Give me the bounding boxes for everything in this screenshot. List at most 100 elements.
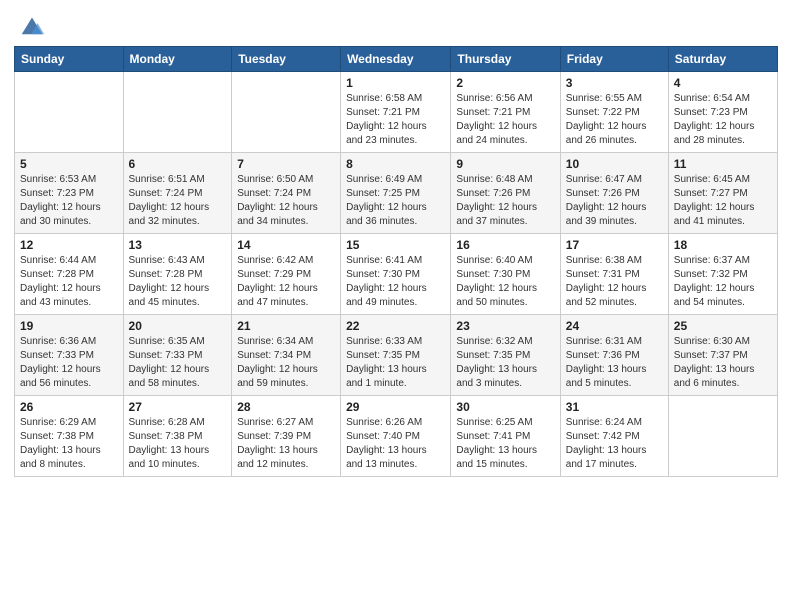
logo-icon (18, 10, 46, 38)
weekday-header-thursday: Thursday (451, 47, 560, 72)
calendar-cell: 26 Sunrise: 6:29 AM Sunset: 7:38 PM Dayli… (15, 396, 124, 477)
day-number: 26 (20, 400, 118, 414)
calendar-cell: 21 Sunrise: 6:34 AM Sunset: 7:34 PM Dayli… (232, 315, 341, 396)
calendar-cell: 3Sunrise: 6:55 AM Sunset: 7:22 PM Daylig… (560, 72, 668, 153)
day-info: Sunrise: 6:47 AM Sunset: 7:26 PM Dayligh… (566, 173, 663, 229)
day-number: 13 (129, 238, 227, 252)
calendar-cell: 17 Sunrise: 6:38 AM Sunset: 7:31 PM Dayli… (560, 234, 668, 315)
day-info: Sunrise: 6:40 AM Sunset: 7:30 PM Dayligh… (456, 254, 554, 310)
calendar-cell: 11Sunrise: 6:45 AM Sunset: 7:27 PM Dayli… (668, 153, 777, 234)
calendar-week-row: 12Sunrise: 6:44 AM Sunset: 7:28 PM Dayli… (15, 234, 778, 315)
day-info: Sunrise: 6:48 AM Sunset: 7:26 PM Dayligh… (456, 173, 554, 229)
day-info: Sunrise: 6:36 AM Sunset: 7:33 PM Dayligh… (20, 335, 118, 391)
day-number: 30 (456, 400, 554, 414)
day-info: Sunrise: 6:58 AM Sunset: 7:21 PM Dayligh… (346, 92, 445, 148)
day-number: 8 (346, 157, 445, 171)
day-number: 10 (566, 157, 663, 171)
day-info: Sunrise: 6:33 AM Sunset: 7:35 PM Dayligh… (346, 335, 445, 391)
day-info: Sunrise: 6:27 AM Sunset: 7:39 PM Dayligh… (237, 416, 335, 472)
day-info: Sunrise: 6:35 AM Sunset: 7:33 PM Dayligh… (129, 335, 227, 391)
day-number: 31 (566, 400, 663, 414)
calendar-cell: 12Sunrise: 6:44 AM Sunset: 7:28 PM Dayli… (15, 234, 124, 315)
day-number: 5 (20, 157, 118, 171)
calendar-cell: 7 Sunrise: 6:50 AM Sunset: 7:24 PM Daylig… (232, 153, 341, 234)
day-info: Sunrise: 6:32 AM Sunset: 7:35 PM Dayligh… (456, 335, 554, 391)
day-number: 15 (346, 238, 445, 252)
day-number: 6 (129, 157, 227, 171)
day-info: Sunrise: 6:43 AM Sunset: 7:28 PM Dayligh… (129, 254, 227, 310)
day-info: Sunrise: 6:24 AM Sunset: 7:42 PM Dayligh… (566, 416, 663, 472)
calendar-cell: 19 Sunrise: 6:36 AM Sunset: 7:33 PM Dayli… (15, 315, 124, 396)
day-info: Sunrise: 6:51 AM Sunset: 7:24 PM Dayligh… (129, 173, 227, 229)
day-number: 16 (456, 238, 554, 252)
calendar-cell: 14Sunrise: 6:42 AM Sunset: 7:29 PM Dayli… (232, 234, 341, 315)
day-number: 11 (674, 157, 772, 171)
day-number: 22 (346, 319, 445, 333)
day-info: Sunrise: 6:38 AM Sunset: 7:31 PM Dayligh… (566, 254, 663, 310)
calendar-week-row: 19 Sunrise: 6:36 AM Sunset: 7:33 PM Dayli… (15, 315, 778, 396)
logo (14, 10, 46, 38)
calendar-cell: 31 Sunrise: 6:24 AM Sunset: 7:42 PM Dayli… (560, 396, 668, 477)
day-info: Sunrise: 6:42 AM Sunset: 7:29 PM Dayligh… (237, 254, 335, 310)
day-number: 27 (129, 400, 227, 414)
weekday-header-saturday: Saturday (668, 47, 777, 72)
day-info: Sunrise: 6:54 AM Sunset: 7:23 PM Dayligh… (674, 92, 772, 148)
calendar-cell: 9 Sunrise: 6:48 AM Sunset: 7:26 PM Daylig… (451, 153, 560, 234)
calendar-cell: 30Sunrise: 6:25 AM Sunset: 7:41 PM Dayli… (451, 396, 560, 477)
calendar-cell: 22 Sunrise: 6:33 AM Sunset: 7:35 PM Dayli… (341, 315, 451, 396)
calendar-cell: 20 Sunrise: 6:35 AM Sunset: 7:33 PM Dayli… (123, 315, 232, 396)
calendar-cell: 2 Sunrise: 6:56 AM Sunset: 7:21 PM Daylig… (451, 72, 560, 153)
calendar-cell (668, 396, 777, 477)
calendar-cell: 8 Sunrise: 6:49 AM Sunset: 7:25 PM Daylig… (341, 153, 451, 234)
calendar-cell: 24 Sunrise: 6:31 AM Sunset: 7:36 PM Dayli… (560, 315, 668, 396)
weekday-header-friday: Friday (560, 47, 668, 72)
day-number: 25 (674, 319, 772, 333)
weekday-header-wednesday: Wednesday (341, 47, 451, 72)
day-info: Sunrise: 6:30 AM Sunset: 7:37 PM Dayligh… (674, 335, 772, 391)
page-header (14, 10, 778, 38)
weekday-header-monday: Monday (123, 47, 232, 72)
calendar-cell: 27 Sunrise: 6:28 AM Sunset: 7:38 PM Dayli… (123, 396, 232, 477)
calendar-week-row: 1 Sunrise: 6:58 AM Sunset: 7:21 PM Daylig… (15, 72, 778, 153)
day-number: 17 (566, 238, 663, 252)
calendar-cell: 29 Sunrise: 6:26 AM Sunset: 7:40 PM Dayli… (341, 396, 451, 477)
calendar-cell: 18Sunrise: 6:37 AM Sunset: 7:32 PM Dayli… (668, 234, 777, 315)
day-number: 24 (566, 319, 663, 333)
calendar-cell: 13 Sunrise: 6:43 AM Sunset: 7:28 PM Dayli… (123, 234, 232, 315)
day-number: 21 (237, 319, 335, 333)
calendar-header-row: SundayMondayTuesdayWednesdayThursdayFrid… (15, 47, 778, 72)
day-info: Sunrise: 6:50 AM Sunset: 7:24 PM Dayligh… (237, 173, 335, 229)
day-number: 7 (237, 157, 335, 171)
day-number: 29 (346, 400, 445, 414)
calendar-table: SundayMondayTuesdayWednesdayThursdayFrid… (14, 46, 778, 477)
day-number: 9 (456, 157, 554, 171)
calendar-cell: 10 Sunrise: 6:47 AM Sunset: 7:26 PM Dayli… (560, 153, 668, 234)
day-number: 1 (346, 76, 445, 90)
day-info: Sunrise: 6:44 AM Sunset: 7:28 PM Dayligh… (20, 254, 118, 310)
calendar-cell (123, 72, 232, 153)
day-number: 23 (456, 319, 554, 333)
day-info: Sunrise: 6:28 AM Sunset: 7:38 PM Dayligh… (129, 416, 227, 472)
day-number: 20 (129, 319, 227, 333)
day-info: Sunrise: 6:34 AM Sunset: 7:34 PM Dayligh… (237, 335, 335, 391)
day-info: Sunrise: 6:49 AM Sunset: 7:25 PM Dayligh… (346, 173, 445, 229)
weekday-header-sunday: Sunday (15, 47, 124, 72)
day-info: Sunrise: 6:29 AM Sunset: 7:38 PM Dayligh… (20, 416, 118, 472)
day-info: Sunrise: 6:56 AM Sunset: 7:21 PM Dayligh… (456, 92, 554, 148)
day-number: 19 (20, 319, 118, 333)
day-info: Sunrise: 6:31 AM Sunset: 7:36 PM Dayligh… (566, 335, 663, 391)
calendar-cell: 15Sunrise: 6:41 AM Sunset: 7:30 PM Dayli… (341, 234, 451, 315)
day-info: Sunrise: 6:53 AM Sunset: 7:23 PM Dayligh… (20, 173, 118, 229)
calendar-cell: 28 Sunrise: 6:27 AM Sunset: 7:39 PM Dayli… (232, 396, 341, 477)
calendar-cell: 16 Sunrise: 6:40 AM Sunset: 7:30 PM Dayli… (451, 234, 560, 315)
day-info: Sunrise: 6:26 AM Sunset: 7:40 PM Dayligh… (346, 416, 445, 472)
weekday-header-tuesday: Tuesday (232, 47, 341, 72)
calendar-cell (232, 72, 341, 153)
day-number: 2 (456, 76, 554, 90)
calendar-cell: 4 Sunrise: 6:54 AM Sunset: 7:23 PM Daylig… (668, 72, 777, 153)
calendar-cell (15, 72, 124, 153)
day-number: 4 (674, 76, 772, 90)
day-info: Sunrise: 6:37 AM Sunset: 7:32 PM Dayligh… (674, 254, 772, 310)
day-number: 28 (237, 400, 335, 414)
calendar-cell: 25 Sunrise: 6:30 AM Sunset: 7:37 PM Dayli… (668, 315, 777, 396)
